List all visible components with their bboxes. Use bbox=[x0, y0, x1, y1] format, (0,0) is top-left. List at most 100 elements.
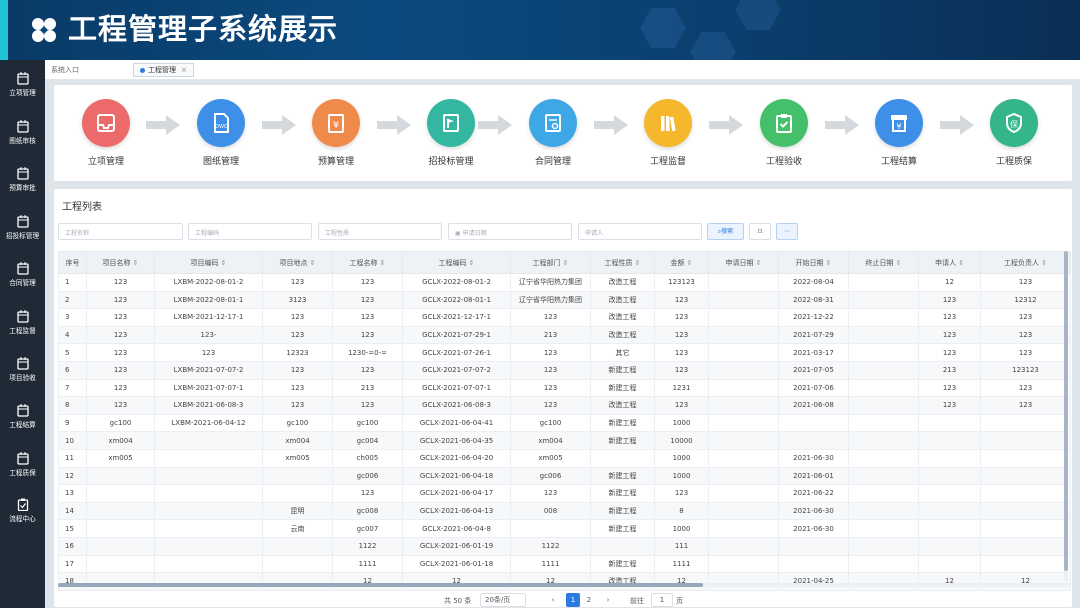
table-row[interactable]: 5 123 123 12323 1230-=0-= GCLX-2021-07-26-1 12… bbox=[58, 343, 1071, 362]
breadcrumb[interactable]: 系统入口 bbox=[51, 65, 79, 75]
sidebar-item-drawing-review[interactable]: 图纸审核 bbox=[0, 120, 45, 164]
column-header[interactable]: 终止日期 ⇕ bbox=[848, 251, 919, 274]
sort-icon[interactable]: ⇕ bbox=[1039, 259, 1047, 267]
tab-project-management[interactable]: 工程管理 × bbox=[133, 63, 194, 77]
prev-page-button[interactable]: ‹ bbox=[546, 593, 560, 607]
sidebar-item-bidding[interactable]: 招投标管理 bbox=[0, 215, 45, 259]
project-nature-select[interactable]: 工程性质 bbox=[318, 223, 442, 240]
sort-icon[interactable]: ⇕ bbox=[218, 259, 227, 267]
table-cell bbox=[708, 554, 779, 574]
column-header[interactable]: 工程编码 ⇕ bbox=[402, 251, 511, 274]
sort-icon[interactable]: ⇕ bbox=[632, 259, 641, 267]
sort-icon[interactable]: ⇕ bbox=[684, 259, 693, 267]
sort-icon[interactable]: ⇕ bbox=[956, 259, 964, 267]
column-header[interactable]: 开始日期 ⇕ bbox=[778, 251, 849, 274]
sort-icon[interactable]: ⇕ bbox=[130, 259, 139, 267]
column-header[interactable]: 项目名称 ⇕ bbox=[86, 251, 155, 274]
column-header[interactable]: 项目编码 ⇕ bbox=[154, 251, 263, 274]
calendar-icon bbox=[16, 310, 29, 323]
sort-icon[interactable]: ⇕ bbox=[823, 259, 832, 267]
table-cell: 123 bbox=[262, 308, 333, 327]
flow-step-contract[interactable]: 合同管理 bbox=[518, 99, 588, 167]
flow-step-acceptance[interactable]: 工程验收 bbox=[749, 99, 819, 167]
table-cell: GCLX-2021-06-04-8 bbox=[402, 519, 511, 538]
lock-button[interactable]: ⊡ bbox=[749, 223, 771, 240]
column-header[interactable]: 工程部门 ⇕ bbox=[510, 251, 591, 274]
scrollbar-thumb[interactable] bbox=[1064, 251, 1068, 571]
flow-step-drawing[interactable]: DWG 图纸管理 bbox=[186, 99, 256, 167]
column-header[interactable]: 工程性质 ⇕ bbox=[590, 251, 655, 274]
column-header[interactable]: 序号 bbox=[58, 251, 87, 274]
table-row[interactable]: 9 gc100 LXBM-2021-06-04-12 gc100 gc100 GCLX-2… bbox=[58, 413, 1071, 433]
sort-icon[interactable]: ⇕ bbox=[560, 259, 569, 267]
sidebar-item-warranty[interactable]: 工程质保 bbox=[0, 452, 45, 496]
page-jump-input[interactable]: 1 bbox=[651, 593, 673, 607]
sidebar-item-process-center[interactable]: 流程中心 bbox=[0, 498, 45, 542]
column-header[interactable]: 金额 ⇕ bbox=[654, 251, 709, 274]
sidebar-item-label: 立项管理 bbox=[9, 89, 36, 97]
sort-icon[interactable]: ⇕ bbox=[466, 259, 475, 267]
vertical-scrollbar[interactable] bbox=[1064, 251, 1068, 581]
table-row[interactable]: 12 gc006 GCLX-2021-06-04-18 gc006 新建工程 1000 20… bbox=[58, 466, 1071, 486]
column-header[interactable]: 申请日期 ⇕ bbox=[708, 251, 779, 274]
page-2-button[interactable]: 2 bbox=[582, 593, 596, 607]
table-cell: GCLX-2021-06-04-41 bbox=[402, 413, 511, 433]
apply-date-picker[interactable]: ▣ 申请日期 bbox=[448, 223, 572, 240]
applicant-input[interactable]: 申请人 bbox=[578, 223, 702, 240]
table-row[interactable]: 7 123 LXBM-2021-07-07-1 123 213 GCLX-2021-07-… bbox=[58, 378, 1071, 398]
table-row[interactable]: 2 123 LXBM-2022-08-01-1 3123 123 GCLX-2022-08… bbox=[58, 290, 1071, 310]
page-size-select[interactable]: 20条/页 bbox=[480, 593, 526, 607]
table-row[interactable]: 11 xm005 xm005 ch005 GCLX-2021-06-04-20 xm005… bbox=[58, 448, 1071, 468]
table-cell: gc100 bbox=[262, 413, 333, 433]
table-row[interactable]: 13 123 GCLX-2021-06-04-17 123 新建工程 123 2021-06… bbox=[58, 484, 1071, 503]
horizontal-scrollbar[interactable] bbox=[58, 583, 1070, 587]
table-cell bbox=[708, 484, 779, 503]
sort-icon[interactable]: ⇕ bbox=[893, 259, 902, 267]
table-cell: 123 bbox=[332, 308, 403, 327]
project-name-input[interactable]: 工程名称 bbox=[58, 223, 183, 240]
column-header[interactable]: 申请人 ⇕ bbox=[918, 251, 981, 274]
table-row[interactable]: 4 123 123- 123 123 GCLX-2021-07-29-1 213 改造工程 12… bbox=[58, 325, 1071, 345]
more-button[interactable]: ⋯ bbox=[776, 223, 798, 240]
page-1-button[interactable]: 1 bbox=[566, 593, 580, 607]
sidebar-item-settlement[interactable]: 工程结算 bbox=[0, 404, 45, 448]
search-button[interactable]: ⌕搜索 bbox=[707, 223, 744, 240]
table-row[interactable]: 3 123 LXBM-2021-12-17-1 123 123 GCLX-2021-12-… bbox=[58, 308, 1071, 327]
next-page-button[interactable]: › bbox=[601, 593, 615, 607]
table-row[interactable]: 10 xm004 xm004 gc004 GCLX-2021-06-04-35 xm004… bbox=[58, 431, 1071, 450]
table-row[interactable]: 1 123 LXBM-2022-08-01-2 123 123 GCLX-2022-08-… bbox=[58, 273, 1071, 292]
column-header[interactable]: 工程名称 ⇕ bbox=[332, 251, 403, 274]
project-code-input[interactable]: 工程编码 bbox=[188, 223, 312, 240]
sidebar-item-acceptance[interactable]: 项目验收 bbox=[0, 357, 45, 401]
table-row[interactable]: 15 云南 gc007 GCLX-2021-06-04-8 新建工程 1000 2021-0… bbox=[58, 519, 1071, 538]
table-cell: 12 bbox=[654, 572, 709, 591]
sidebar-item-contract[interactable]: 合同管理 bbox=[0, 262, 45, 306]
lock-icon: ⊡ bbox=[757, 228, 763, 235]
sort-icon[interactable]: ⇕ bbox=[307, 259, 316, 267]
contract-icon bbox=[529, 99, 577, 147]
sidebar-item-budget-approval[interactable]: 预算审批 bbox=[0, 167, 45, 211]
close-icon[interactable]: × bbox=[181, 66, 187, 74]
table-row[interactable]: 8 123 LXBM-2021-06-08-3 123 123 GCLX-2021-06-… bbox=[58, 396, 1071, 415]
flow-step-supervision[interactable]: 工程监督 bbox=[633, 99, 703, 167]
sidebar-item-supervision[interactable]: 工程监督 bbox=[0, 310, 45, 354]
table-row[interactable]: 17 1111 GCLX-2021-06-01-18 1111 新建工程 1111 bbox=[58, 554, 1071, 574]
sort-icon[interactable]: ⇕ bbox=[753, 259, 762, 267]
flow-step-settlement[interactable]: ¥ 工程结算 bbox=[864, 99, 934, 167]
column-header[interactable]: 项目地点 ⇕ bbox=[262, 251, 333, 274]
table-row[interactable]: 6 123 LXBM-2021-07-07-2 123 123 GCLX-2021-07-… bbox=[58, 360, 1071, 380]
sort-icon[interactable]: ⇕ bbox=[377, 259, 386, 267]
table-row[interactable]: 16 1122 GCLX-2021-06-01-19 1122 111 bbox=[58, 536, 1071, 556]
table-cell: 辽宁省华阳热力集团 bbox=[510, 273, 591, 292]
scrollbar-thumb[interactable] bbox=[58, 583, 703, 587]
table-cell bbox=[708, 325, 779, 345]
flow-step-warranty[interactable]: 保 工程质保 bbox=[979, 99, 1049, 167]
table-row[interactable]: 14 昆明 gc008 GCLX-2021-06-04-13 008 新建工程 8 2021-… bbox=[58, 501, 1071, 521]
flow-step-budget[interactable]: ¥ 预算管理 bbox=[301, 99, 371, 167]
flow-step-project-approval[interactable]: 立项管理 bbox=[71, 99, 141, 167]
table-row[interactable]: 18 12 12 12 改造工程 12 2021-04-25 12 12 bbox=[58, 572, 1071, 591]
books-icon bbox=[644, 99, 692, 147]
column-header[interactable]: 工程负责人 ⇕ bbox=[980, 251, 1071, 274]
sidebar-item-project-approval[interactable]: 立项管理 bbox=[0, 72, 45, 116]
flow-step-bidding[interactable]: 招投标管理 bbox=[416, 99, 486, 167]
